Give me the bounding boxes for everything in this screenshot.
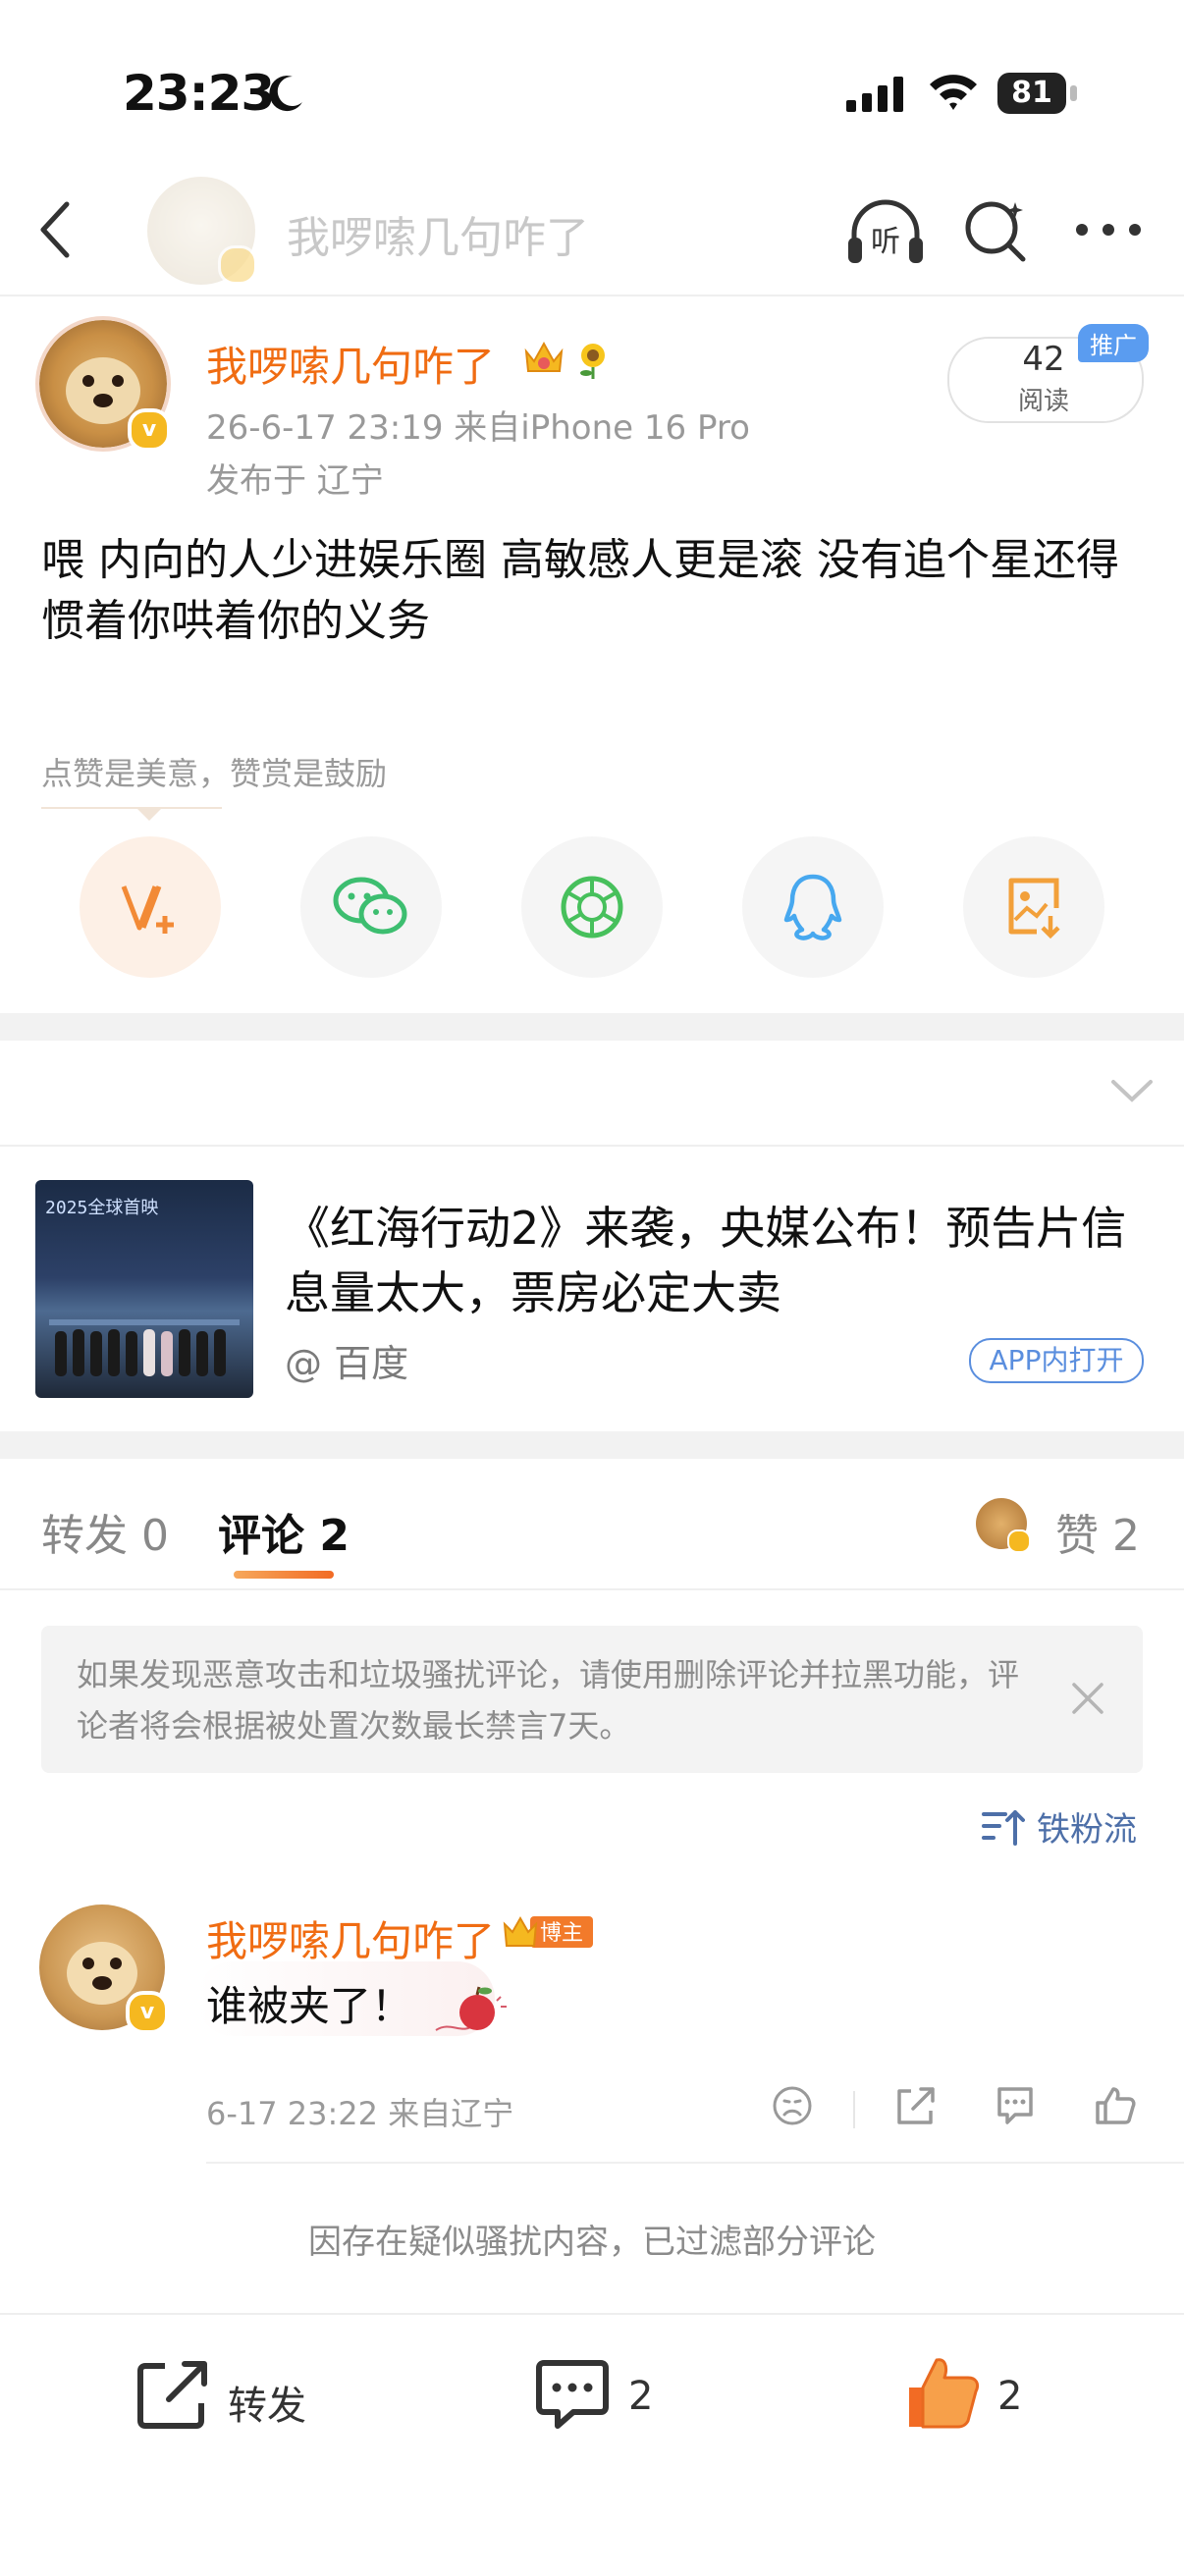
tip-underline xyxy=(41,807,222,809)
active-tab-indicator xyxy=(234,1571,334,1579)
verified-icon: v xyxy=(126,1991,169,2034)
blogger-badge-label: 博主 xyxy=(540,1921,583,1946)
tip-arrow xyxy=(135,807,163,821)
moon-icon xyxy=(263,73,306,116)
read-label: 阅读 xyxy=(1017,387,1069,416)
comment-count[interactable]: 2 xyxy=(628,2374,653,2419)
sort-label[interactable]: 铁粉流 xyxy=(1037,1802,1137,1851)
liker-avatar[interactable] xyxy=(976,1498,1031,1553)
qq-share-button[interactable] xyxy=(742,836,884,978)
comment-time: 6-17 23:22 来自辽宁 xyxy=(206,2095,514,2132)
repost-icon[interactable] xyxy=(135,2358,212,2431)
section-gap xyxy=(0,1013,1184,1041)
close-icon[interactable] xyxy=(1070,1681,1105,1716)
nav-divider xyxy=(0,295,1184,296)
apple-sticker-icon xyxy=(432,1985,511,2042)
back-icon[interactable] xyxy=(35,200,75,259)
sunflower-badge-icon xyxy=(573,340,613,379)
author-name[interactable]: 我啰嗦几句咋了 xyxy=(206,334,495,394)
action-separator xyxy=(853,2091,855,2128)
battery-level: 81 xyxy=(997,73,1066,114)
wechat-icon xyxy=(333,877,407,935)
article-source: @ 百度 xyxy=(285,1342,409,1385)
post-location: 发布于 辽宁 xyxy=(206,461,384,501)
promote-badge[interactable]: 推广 xyxy=(1078,324,1149,362)
sort-icon[interactable] xyxy=(982,1808,1025,1848)
commenter-avatar[interactable]: v xyxy=(39,1905,169,2034)
comment-reply-icon[interactable] xyxy=(994,2085,1037,2126)
verified-icon: v xyxy=(128,408,171,452)
post-body: 喂 内向的人少进娱乐圈 高敏感人更是滚 没有追个星还得惯着你哄着你的义务 xyxy=(41,535,1119,646)
notice-text: 如果发现恶意攻击和垃圾骚扰评论，请使用删除评论并拉黑功能，评论者将会根据被处置次… xyxy=(77,1656,1020,1744)
svg-text:听: 听 xyxy=(871,225,900,259)
save-image-icon xyxy=(1008,878,1060,939)
status-time: 23:23 xyxy=(123,65,275,122)
moments-share-button[interactable] xyxy=(521,836,663,978)
moments-icon xyxy=(561,876,623,939)
listen-icon[interactable]: 听 xyxy=(846,198,925,267)
comment-like-icon[interactable] xyxy=(1094,2085,1137,2126)
search-icon[interactable] xyxy=(962,196,1031,265)
reward-tip: 点赞是美意，赞赏是鼓励 xyxy=(41,755,388,792)
vplus-icon xyxy=(121,886,174,934)
chevron-down-icon[interactable] xyxy=(1109,1078,1155,1103)
comment-icon[interactable] xyxy=(534,2358,611,2431)
tab-like[interactable]: 赞 2 xyxy=(1055,1500,1140,1563)
like-count[interactable]: 2 xyxy=(997,2374,1022,2419)
open-in-app-button[interactable]: APP内打开 xyxy=(969,1338,1144,1383)
repost-label[interactable]: 转发 xyxy=(228,2374,306,2431)
article-thumbnail[interactable]: 2025全球首映 xyxy=(35,1180,253,1398)
save-image-button[interactable] xyxy=(963,836,1104,978)
wifi-icon xyxy=(928,71,979,114)
nav-title: 我啰嗦几句咋了 xyxy=(287,213,589,263)
tab-comment[interactable]: 评论 2 xyxy=(218,1500,350,1563)
article-title[interactable]: 《红海行动2》来袭，央媒公布！预告片信息量太大，票房必定大卖 xyxy=(285,1196,1149,1325)
commenter-name[interactable]: 我啰嗦几句咋了 xyxy=(206,1908,495,1968)
section-gap-2 xyxy=(0,1431,1184,1459)
signal-icon xyxy=(846,77,907,112)
vplus-button[interactable] xyxy=(80,836,221,978)
tabs-divider xyxy=(0,1588,1184,1590)
post-meta: 26-6-17 23:19 来自iPhone 16 Pro xyxy=(206,408,750,448)
more-icon[interactable] xyxy=(1074,222,1143,238)
battery-icon: 81 xyxy=(997,73,1080,116)
comment-divider xyxy=(206,2162,1184,2164)
wechat-share-button[interactable] xyxy=(300,836,442,978)
qq-icon xyxy=(783,874,842,940)
tab-repost[interactable]: 转发 0 xyxy=(41,1500,169,1563)
nav-avatar[interactable] xyxy=(147,177,257,285)
blogger-badge: 博主 xyxy=(503,1910,597,1954)
thumbnail-text: 2025全球首映 xyxy=(45,1198,159,1218)
comment-text: 谁被夹了！ xyxy=(206,1982,413,2030)
comment-share-icon[interactable] xyxy=(893,2085,937,2126)
like-icon[interactable] xyxy=(905,2354,982,2433)
dislike-face-icon[interactable] xyxy=(772,2085,813,2126)
filter-note: 因存在疑似骚扰内容，已过滤部分评论 xyxy=(308,2223,876,2262)
bottom-action-bar xyxy=(0,2313,1184,2576)
author-avatar[interactable]: v xyxy=(35,316,171,452)
card-divider xyxy=(0,1145,1184,1147)
crown-badge-icon xyxy=(522,338,565,377)
